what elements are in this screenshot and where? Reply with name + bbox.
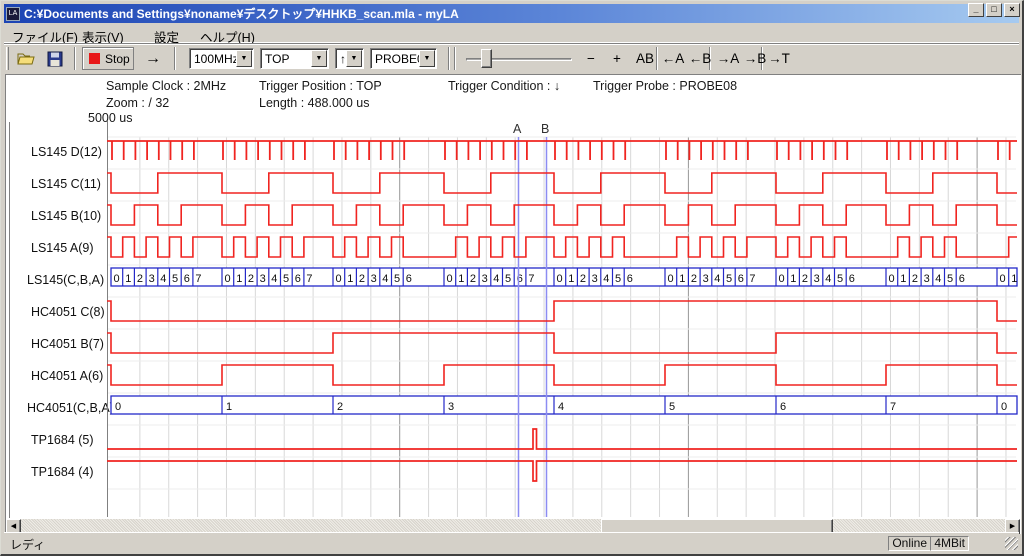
svg-text:2: 2 [912,273,918,285]
svg-text:6: 6 [959,273,965,285]
svg-text:3: 3 [371,273,377,285]
svg-text:0: 0 [557,273,563,285]
svg-text:3: 3 [814,273,820,285]
svg-text:5: 5 [669,401,675,413]
svg-text:2: 2 [802,273,808,285]
svg-text:1: 1 [900,273,906,285]
svg-text:2: 2 [580,273,586,285]
svg-text:2: 2 [137,273,143,285]
svg-text:4: 4 [714,273,720,285]
svg-text:3: 3 [482,273,488,285]
svg-text:1: 1 [236,273,242,285]
svg-text:7: 7 [195,273,201,285]
svg-text:3: 3 [924,273,930,285]
signal-4 [107,237,1017,257]
svg-text:1: 1 [679,273,685,285]
svg-text:7: 7 [306,273,312,285]
svg-text:6: 6 [738,273,744,285]
svg-text:1: 1 [1011,273,1017,285]
signal-10 [107,429,1017,449]
svg-text:7: 7 [890,401,896,413]
svg-text:5: 5 [726,273,732,285]
svg-text:4: 4 [935,273,941,285]
svg-text:6: 6 [517,273,523,285]
svg-text:5: 5 [172,273,178,285]
svg-text:3: 3 [149,273,155,285]
svg-text:2: 2 [248,273,254,285]
status-online-badge: Online [888,536,931,551]
signal-2 [107,173,1017,193]
svg-text:4: 4 [558,401,564,413]
svg-text:0: 0 [336,273,342,285]
svg-text:1: 1 [568,273,574,285]
svg-text:0: 0 [1001,401,1007,413]
svg-text:4: 4 [160,273,166,285]
svg-text:7: 7 [749,273,755,285]
svg-text:1: 1 [458,273,464,285]
svg-text:2: 2 [470,273,476,285]
svg-text:5: 5 [283,273,289,285]
svg-text:0: 0 [114,273,120,285]
svg-text:0: 0 [889,273,895,285]
svg-text:2: 2 [691,273,697,285]
status-memory-badge: 4MBit [930,536,969,551]
svg-text:0: 0 [779,273,785,285]
svg-text:5: 5 [505,273,511,285]
svg-text:6: 6 [627,273,633,285]
svg-text:4: 4 [271,273,277,285]
svg-text:4: 4 [382,273,388,285]
svg-text:2: 2 [337,401,343,413]
svg-text:4: 4 [603,273,609,285]
svg-text:4: 4 [825,273,831,285]
signal-11 [107,461,1017,481]
signal-6 [107,301,1017,321]
signal-7 [107,333,1017,353]
svg-text:0: 0 [447,273,453,285]
svg-text:5: 5 [837,273,843,285]
svg-text:7: 7 [528,273,534,285]
waveform-canvas: 0123456701234567012345601234567012345601… [1,1,1024,556]
status-bar: レディ Online 4MBit [4,532,1019,551]
svg-text:1: 1 [125,273,131,285]
svg-text:3: 3 [448,401,454,413]
svg-text:1: 1 [347,273,353,285]
svg-text:0: 0 [115,401,121,413]
svg-text:3: 3 [260,273,266,285]
app-window: LA C:¥Documents and Settings¥noname¥デスクト… [0,0,1024,556]
status-ready-text: レディ [10,536,45,553]
svg-text:0: 0 [668,273,674,285]
svg-text:3: 3 [703,273,709,285]
svg-text:4: 4 [493,273,499,285]
svg-text:5: 5 [947,273,953,285]
bus-ls [111,268,1017,286]
svg-text:6: 6 [184,273,190,285]
svg-text:6: 6 [780,401,786,413]
svg-text:6: 6 [295,273,301,285]
signal-8 [107,365,1017,385]
svg-text:6: 6 [406,273,412,285]
svg-text:2: 2 [359,273,365,285]
svg-text:1: 1 [226,401,232,413]
signal-3 [107,205,1017,225]
svg-text:1: 1 [790,273,796,285]
svg-text:5: 5 [615,273,621,285]
svg-text:0: 0 [1000,273,1006,285]
svg-text:5: 5 [394,273,400,285]
resize-grip[interactable] [1005,537,1018,550]
svg-text:0: 0 [225,273,231,285]
svg-text:6: 6 [849,273,855,285]
svg-text:3: 3 [592,273,598,285]
